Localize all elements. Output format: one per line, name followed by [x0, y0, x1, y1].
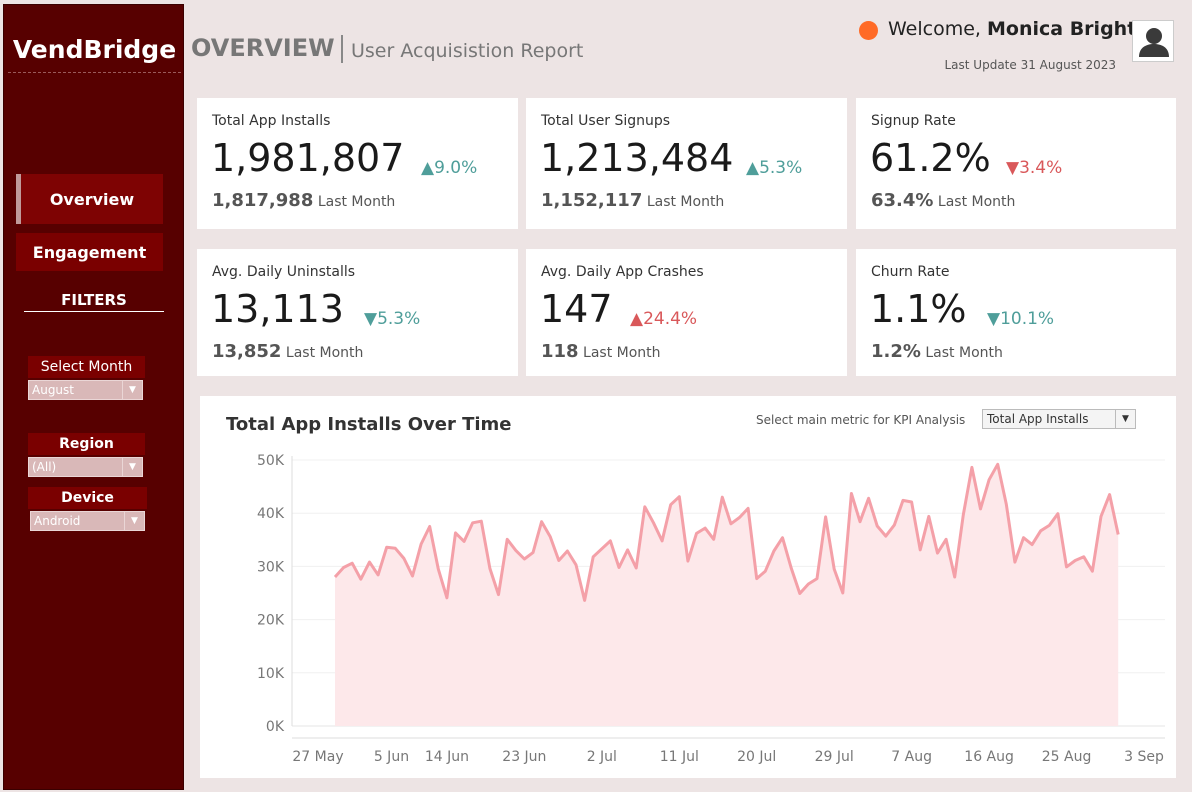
device-select-value: Android: [34, 514, 81, 528]
kpi-previous-label: Last Month: [925, 345, 1003, 361]
kpi-card-signups[interactable]: Total User Signups 1,213,484 ▲5.3% 1,152…: [526, 98, 847, 229]
x-tick-label: 11 Jul: [660, 749, 699, 765]
kpi-delta: ▼3.4%: [1006, 158, 1063, 178]
kpi-previous: 1,152,117 Last Month: [541, 190, 724, 211]
kpi-delta: ▼5.3%: [364, 309, 421, 329]
kpi-previous-value: 1,152,117: [541, 190, 643, 211]
kpi-value: 1.1%: [870, 287, 967, 331]
filters-title: FILTERS: [61, 291, 127, 309]
kpi-card-installs[interactable]: Total App Installs 1,981,807 ▲9.0% 1,817…: [197, 98, 518, 229]
y-tick-label: 10K: [257, 666, 285, 682]
kpi-previous: 1,817,988 Last Month: [212, 190, 395, 211]
x-tick-label: 3 Sep: [1124, 749, 1164, 765]
chevron-down-icon[interactable]: ▼: [122, 381, 142, 399]
x-tick-label: 16 Aug: [964, 749, 1014, 765]
y-tick-label: 40K: [257, 506, 285, 522]
filters-divider: [24, 311, 164, 312]
series-area: [335, 464, 1119, 726]
y-tick-label: 0K: [266, 719, 285, 735]
kpi-delta: ▲5.3%: [746, 158, 803, 178]
month-select[interactable]: August ▼: [28, 380, 143, 400]
kpi-previous-label: Last Month: [285, 345, 364, 361]
brand-divider: [8, 72, 181, 73]
device-filter-label: Device: [28, 487, 147, 509]
kpi-delta: ▼10.1%: [987, 309, 1055, 329]
kpi-previous-value: 13,852: [212, 341, 282, 362]
x-tick-label: 27 May: [292, 749, 343, 765]
kpi-previous: 1.2% Last Month: [871, 341, 1003, 362]
region-select-value: (All): [32, 460, 57, 474]
x-tick-label: 14 Jun: [425, 749, 469, 765]
nav-overview-button[interactable]: Overview: [16, 174, 163, 224]
y-tick-label: 50K: [257, 453, 285, 469]
kpi-previous: 63.4% Last Month: [871, 190, 1015, 211]
kpi-label: Total App Installs: [212, 113, 331, 129]
last-update-text: Last Update 31 August 2023: [944, 58, 1116, 72]
month-select-value: August: [32, 383, 74, 397]
region-filter-label: Region: [28, 433, 145, 455]
kpi-delta: ▲9.0%: [421, 158, 478, 178]
metric-select[interactable]: Total App Installs ▼: [982, 409, 1136, 429]
chevron-down-icon[interactable]: ▼: [122, 458, 142, 476]
kpi-card-uninstalls[interactable]: Avg. Daily Uninstalls 13,113 ▼5.3% 13,85…: [197, 249, 518, 376]
user-name: Monica Bright: [987, 18, 1137, 40]
brand-logo: VendBridge: [12, 35, 177, 64]
sidebar: VendBridge Overview Engagement FILTERS S…: [3, 4, 184, 790]
kpi-value: 61.2%: [870, 136, 991, 180]
x-tick-label: 23 Jun: [502, 749, 546, 765]
kpi-previous-value: 63.4%: [871, 190, 934, 211]
kpi-value: 147: [540, 287, 613, 331]
kpi-label: Churn Rate: [871, 264, 950, 280]
x-tick-label: 7 Aug: [891, 749, 932, 765]
kpi-card-churn[interactable]: Churn Rate 1.1% ▼10.1% 1.2% Last Month: [856, 249, 1176, 376]
kpi-card-crashes[interactable]: Avg. Daily App Crashes 147 ▲24.4% 118 La…: [526, 249, 847, 376]
x-tick-label: 29 Jul: [815, 749, 854, 765]
kpi-previous-label: Last Month: [646, 194, 725, 210]
kpi-previous-value: 1.2%: [871, 341, 921, 362]
metric-select-label: Select main metric for KPI Analysis: [756, 413, 966, 427]
page-title: OVERVIEW: [191, 34, 335, 62]
y-tick-label: 30K: [257, 559, 285, 575]
x-tick-label: 25 Aug: [1042, 749, 1092, 765]
kpi-value: 1,981,807: [211, 136, 405, 180]
title-separator: [341, 35, 343, 63]
kpi-label: Signup Rate: [871, 113, 956, 129]
kpi-label: Avg. Daily App Crashes: [541, 264, 704, 280]
chevron-down-icon[interactable]: ▼: [124, 512, 144, 530]
kpi-delta: ▲24.4%: [630, 309, 698, 329]
x-tick-label: 2 Jul: [587, 749, 617, 765]
region-select[interactable]: (All) ▼: [28, 457, 143, 477]
kpi-previous-label: Last Month: [583, 345, 661, 361]
welcome-prefix: Welcome,: [888, 18, 981, 40]
kpi-label: Total User Signups: [541, 113, 671, 129]
kpi-card-signup-rate[interactable]: Signup Rate 61.2% ▼3.4% 63.4% Last Month: [856, 98, 1176, 229]
chevron-down-icon[interactable]: ▼: [1115, 410, 1135, 428]
kpi-previous-value: 1,817,988: [212, 190, 314, 211]
installs-chart-card: 0K 10K 20K 30K 40K 50K 27 May 5 Jun 14 Jun 23 Jun…: [200, 396, 1176, 778]
chart-title: Total App Installs Over Time: [226, 414, 512, 435]
kpi-value: 13,113: [211, 287, 344, 331]
user-avatar-icon[interactable]: [1132, 20, 1174, 62]
y-tick-label: 20K: [257, 613, 285, 629]
page-subtitle: User Acquisistion Report: [351, 40, 584, 62]
kpi-previous-value: 118: [541, 341, 579, 362]
nav-engagement-button[interactable]: Engagement: [16, 233, 163, 271]
status-dot-icon: [859, 21, 878, 40]
kpi-label: Avg. Daily Uninstalls: [212, 264, 356, 280]
x-tick-label: 5 Jun: [374, 749, 409, 765]
kpi-previous: 13,852 Last Month: [212, 341, 363, 362]
installs-chart[interactable]: 0K 10K 20K 30K 40K 50K 27 May 5 Jun 14 Jun 23 Jun…: [200, 396, 1176, 778]
kpi-previous: 118 Last Month: [541, 341, 661, 362]
device-select[interactable]: Android ▼: [30, 511, 145, 531]
kpi-previous-label: Last Month: [317, 194, 396, 210]
x-tick-label: 20 Jul: [737, 749, 776, 765]
welcome-text: Welcome, Monica Bright: [888, 18, 1136, 40]
month-filter-label: Select Month: [28, 356, 145, 378]
kpi-previous-label: Last Month: [937, 194, 1016, 210]
metric-select-value: Total App Installs: [987, 412, 1089, 426]
kpi-value: 1,213,484: [540, 136, 734, 180]
